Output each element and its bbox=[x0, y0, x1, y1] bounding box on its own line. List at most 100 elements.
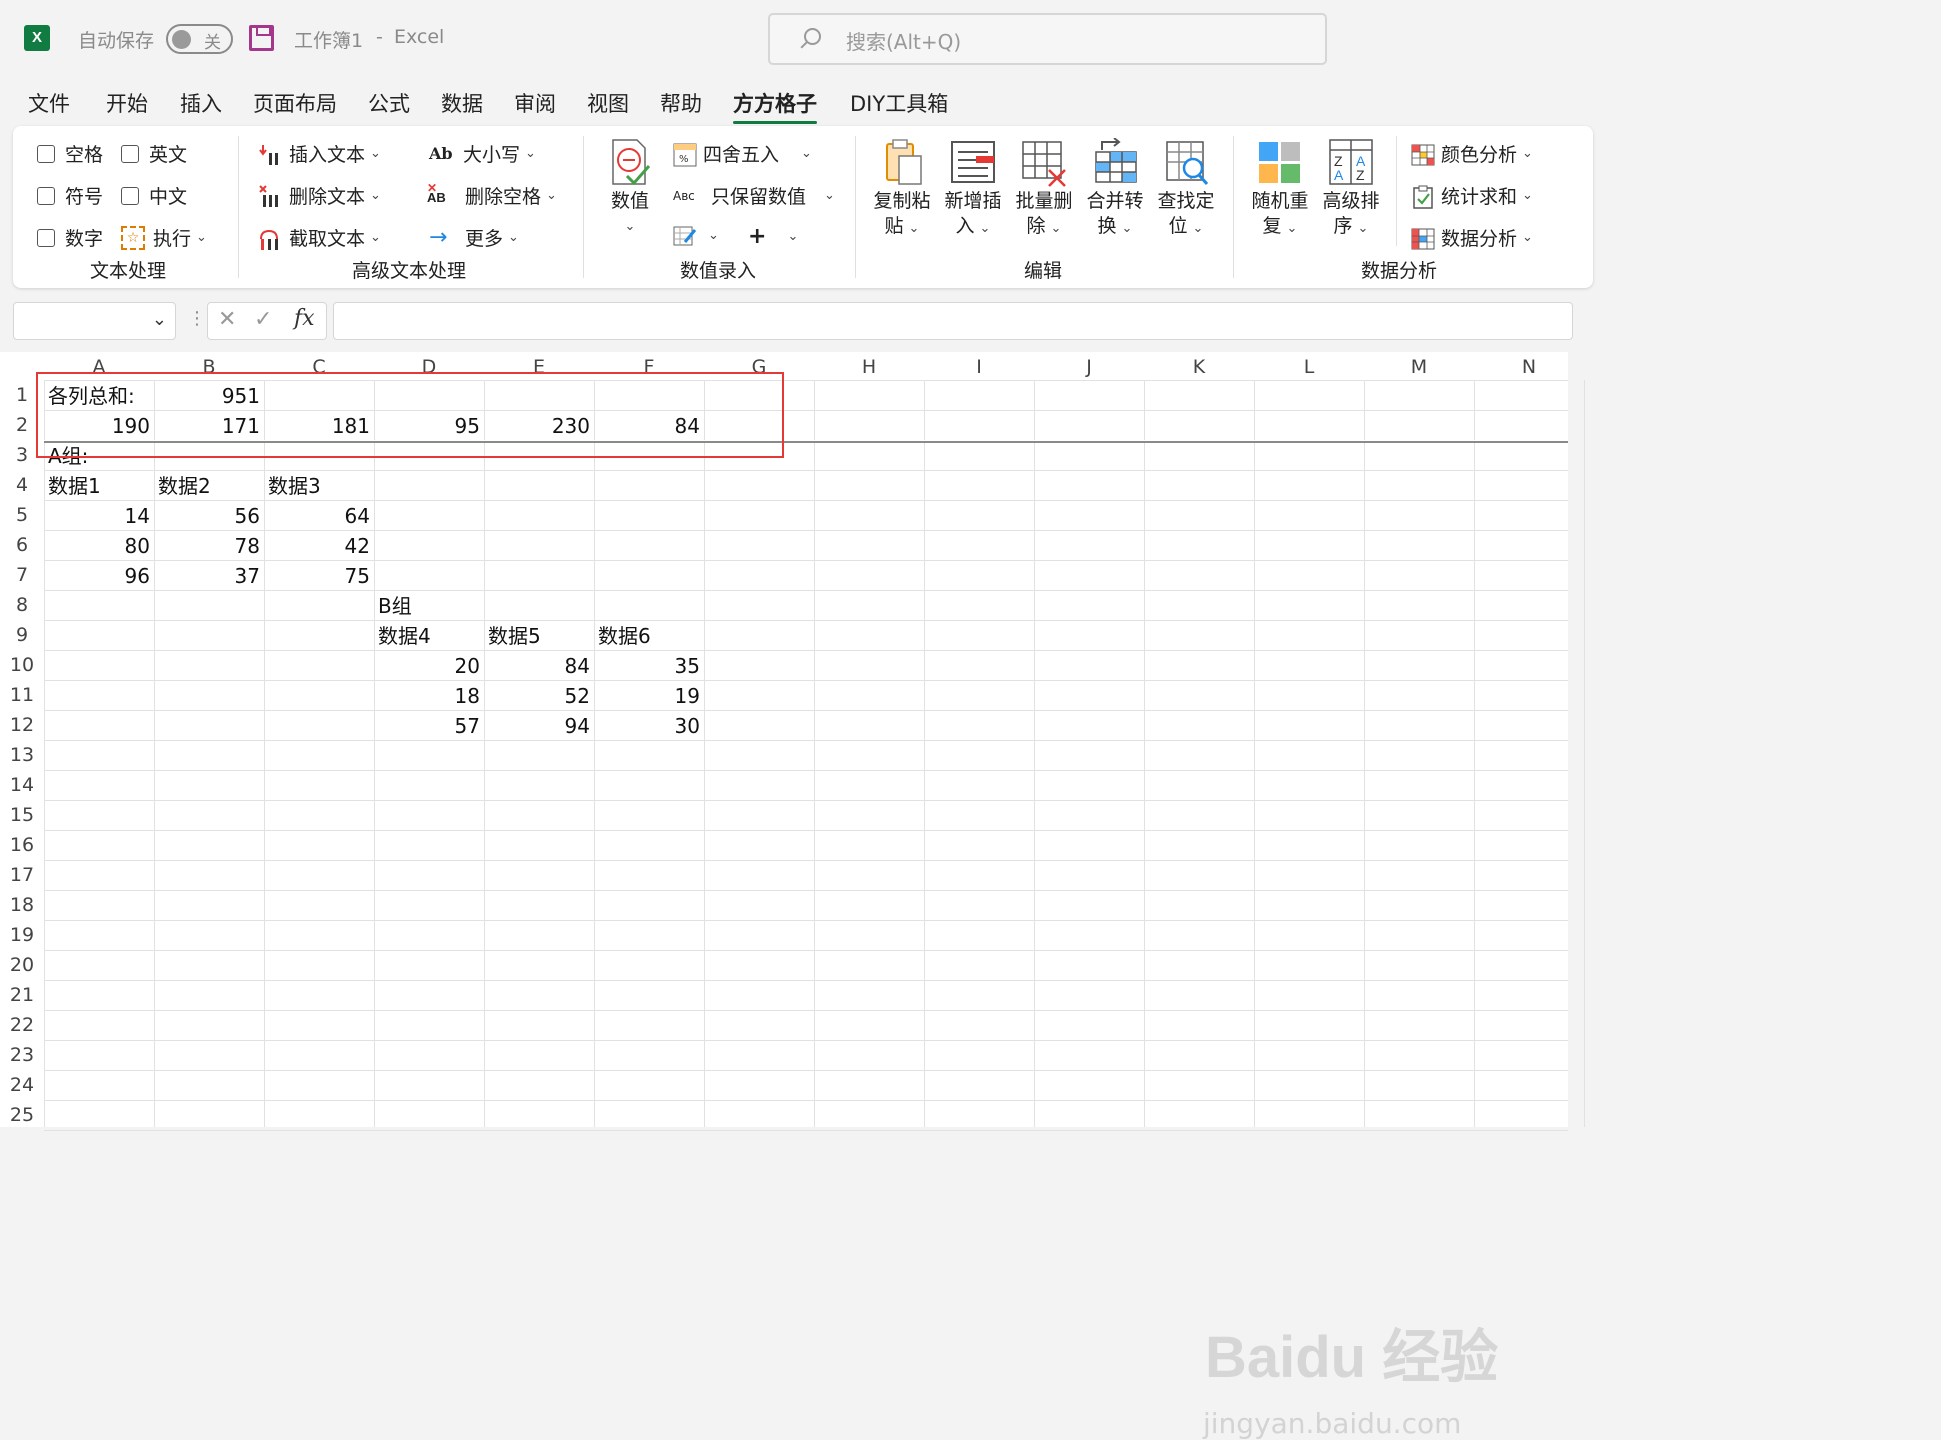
row-header[interactable]: 14 bbox=[0, 770, 44, 800]
cell-b4[interactable]: 数据2 bbox=[158, 471, 211, 501]
tab-diy-toolbox[interactable]: DIY工具箱 bbox=[850, 88, 948, 118]
cancel-icon[interactable]: ✕ bbox=[218, 307, 236, 332]
column-header[interactable]: L bbox=[1254, 352, 1364, 380]
checkbox-symbol[interactable]: 符号 bbox=[37, 182, 103, 209]
color-analysis-button[interactable]: 颜色分析 ⌄ bbox=[1411, 140, 1533, 167]
tab-view[interactable]: 视图 bbox=[587, 88, 629, 118]
column-header[interactable]: J bbox=[1034, 352, 1144, 380]
extract-text-button[interactable]: 截取文本 ⌄ bbox=[259, 224, 381, 251]
formula-input[interactable] bbox=[333, 302, 1573, 340]
row-header[interactable]: 24 bbox=[0, 1070, 44, 1100]
column-header[interactable]: K bbox=[1144, 352, 1254, 380]
tab-review[interactable]: 审阅 bbox=[514, 88, 556, 118]
tab-help[interactable]: 帮助 bbox=[660, 88, 702, 118]
cell-f12[interactable]: 30 bbox=[594, 711, 700, 741]
row-header[interactable]: 15 bbox=[0, 800, 44, 830]
row-header[interactable]: 13 bbox=[0, 740, 44, 770]
autosave-toggle[interactable]: 关 bbox=[166, 24, 233, 54]
advanced-sort-button[interactable]: ZAAZ 高级排 序 ⌄ bbox=[1319, 138, 1383, 241]
cell-a6[interactable]: 80 bbox=[44, 531, 150, 561]
row-header[interactable]: 19 bbox=[0, 920, 44, 950]
copy-paste-button[interactable]: 复制粘 贴 ⌄ bbox=[870, 138, 934, 241]
cell-a4[interactable]: 数据1 bbox=[48, 471, 101, 501]
cell-e9[interactable]: 数据5 bbox=[488, 621, 541, 651]
cell-d11[interactable]: 18 bbox=[374, 681, 480, 711]
row-header[interactable]: 20 bbox=[0, 950, 44, 980]
cell-d12[interactable]: 57 bbox=[374, 711, 480, 741]
cell-e10[interactable]: 84 bbox=[484, 651, 590, 681]
row-header[interactable]: 10 bbox=[0, 650, 44, 680]
more-options-icon[interactable]: ⋮ bbox=[188, 308, 206, 329]
row-header[interactable]: 21 bbox=[0, 980, 44, 1010]
cell-f11[interactable]: 19 bbox=[594, 681, 700, 711]
keep-values-button[interactable]: Aʙᴄ 只保留数值 ⌄ bbox=[673, 182, 835, 209]
column-header[interactable]: M bbox=[1364, 352, 1474, 380]
more-button[interactable]: → 更多 ⌄ bbox=[429, 224, 519, 251]
cell-a7[interactable]: 96 bbox=[44, 561, 150, 591]
cell-f9[interactable]: 数据6 bbox=[598, 621, 651, 651]
add-insert-button[interactable]: 新增插 入 ⌄ bbox=[941, 138, 1005, 241]
cell-e11[interactable]: 52 bbox=[484, 681, 590, 711]
row-header[interactable]: 9 bbox=[0, 620, 44, 650]
tab-formulas[interactable]: 公式 bbox=[368, 88, 410, 118]
row-header[interactable]: 16 bbox=[0, 830, 44, 860]
search-box[interactable]: 搜索(Alt+Q) bbox=[768, 13, 1327, 65]
tab-data[interactable]: 数据 bbox=[441, 88, 483, 118]
cell-b7[interactable]: 37 bbox=[154, 561, 260, 591]
edit-value-button[interactable]: ⌄ bbox=[673, 224, 719, 246]
cell-d10[interactable]: 20 bbox=[374, 651, 480, 681]
save-icon[interactable] bbox=[249, 25, 274, 51]
execute-button[interactable]: ☆ 执行 ⌄ bbox=[121, 224, 207, 251]
cell-d8[interactable]: B组 bbox=[378, 591, 412, 621]
checkbox-chinese[interactable]: 中文 bbox=[121, 182, 187, 209]
delete-space-button[interactable]: ✕ AB 删除空格 ⌄ bbox=[427, 181, 557, 209]
cell-b6[interactable]: 78 bbox=[154, 531, 260, 561]
random-repeat-button[interactable]: 随机重 复 ⌄ bbox=[1248, 138, 1312, 241]
cell-c6[interactable]: 42 bbox=[264, 531, 370, 561]
name-box[interactable]: ⌄ bbox=[13, 302, 176, 340]
delete-text-button[interactable]: 删除文本 ⌄ bbox=[259, 182, 381, 209]
tab-insert[interactable]: 插入 bbox=[180, 88, 222, 118]
tab-home[interactable]: 开始 bbox=[106, 88, 148, 118]
cell-e12[interactable]: 94 bbox=[484, 711, 590, 741]
spreadsheet-grid[interactable]: ABCDEFGHIJKLMN 1 2 3 4 5 6 7 8 9 10 11 12 13 14 15 16 17… bbox=[0, 352, 1585, 1440]
checkbox-number[interactable]: 数字 bbox=[37, 224, 103, 251]
tab-fangfanggezi[interactable]: 方方格子 bbox=[733, 88, 817, 124]
find-locate-button[interactable]: 查找定 位 ⌄ bbox=[1154, 138, 1218, 241]
row-header[interactable]: 11 bbox=[0, 680, 44, 710]
row-header[interactable]: 12 bbox=[0, 710, 44, 740]
insert-text-button[interactable]: 插入文本 ⌄ bbox=[259, 140, 381, 167]
batch-delete-button[interactable]: 批量删 除 ⌄ bbox=[1012, 138, 1076, 241]
checkbox-space[interactable]: 空格 bbox=[37, 140, 103, 167]
cell-c5[interactable]: 64 bbox=[264, 501, 370, 531]
value-button[interactable]: 数值 ⌄ bbox=[603, 138, 657, 239]
column-header[interactable]: H bbox=[814, 352, 924, 380]
row-header[interactable]: 4 bbox=[0, 470, 44, 500]
row-header[interactable]: 22 bbox=[0, 1010, 44, 1040]
cell-f10[interactable]: 35 bbox=[594, 651, 700, 681]
checkbox-english[interactable]: 英文 bbox=[121, 140, 187, 167]
cell-c4[interactable]: 数据3 bbox=[268, 471, 321, 501]
cell-a5[interactable]: 14 bbox=[44, 501, 150, 531]
row-header[interactable]: 18 bbox=[0, 890, 44, 920]
round-button[interactable]: % 四舍五入 ⌄ bbox=[673, 140, 812, 167]
data-analysis-button[interactable]: 数据分析 ⌄ bbox=[1411, 224, 1533, 251]
row-header[interactable]: 7 bbox=[0, 560, 44, 590]
case-button[interactable]: Ab 大小写 ⌄ bbox=[429, 140, 536, 167]
row-header[interactable]: 25 bbox=[0, 1100, 44, 1130]
column-header[interactable]: N bbox=[1474, 352, 1584, 380]
row-header[interactable]: 8 bbox=[0, 590, 44, 620]
merge-convert-button[interactable]: 合并转 换 ⌄ bbox=[1083, 137, 1147, 241]
row-header[interactable]: 6 bbox=[0, 530, 44, 560]
row-header[interactable]: 5 bbox=[0, 500, 44, 530]
row-header[interactable]: 23 bbox=[0, 1040, 44, 1070]
cell-c7[interactable]: 75 bbox=[264, 561, 370, 591]
cell-d9[interactable]: 数据4 bbox=[378, 621, 431, 651]
column-header[interactable]: I bbox=[924, 352, 1034, 380]
stat-sum-button[interactable]: 统计求和 ⌄ bbox=[1411, 182, 1533, 209]
tab-page-layout[interactable]: 页面布局 bbox=[253, 88, 337, 118]
confirm-icon[interactable]: ✓ bbox=[254, 307, 272, 332]
row-header[interactable]: 17 bbox=[0, 860, 44, 890]
plus-button[interactable]: + ⌄ bbox=[748, 224, 798, 249]
insert-function-icon[interactable]: fx bbox=[294, 306, 315, 331]
